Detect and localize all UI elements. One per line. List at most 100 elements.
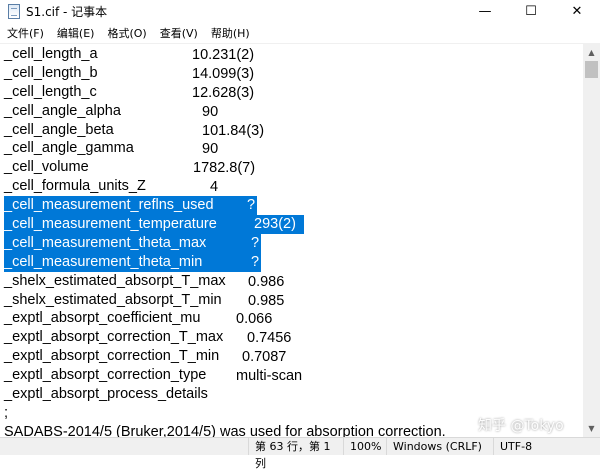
line-content: _cell_volume 1782.8(7) [4,159,255,176]
line-content: _exptl_absorpt_process_details [4,386,208,402]
selected-text: _cell_measurement_theta_min? [4,252,261,272]
text-line: _cell_formula_units_Z 4 [4,177,446,196]
line-content: _cell_angle_beta 101.84(3) [4,122,264,139]
line-value: 0.7087 [242,349,287,366]
minimize-icon: — [478,4,492,19]
window-controls: — ☐ ✕ [462,0,600,23]
scroll-down-arrow-icon[interactable]: ▼ [583,420,600,437]
text-line: _exptl_absorpt_correction_T_max 0.7456 [4,328,446,347]
line-key: _exptl_absorpt_process_details [4,386,208,403]
menu-edit[interactable]: 编辑(E) [50,25,101,41]
line-key: _cell_angle_gamma [4,140,134,157]
line-content: _shelx_estimated_absorpt_T_max 0.986 [4,272,284,290]
status-zoom: 100% [343,438,386,455]
text-editor[interactable]: _cell_length_a 10.231(2) _cell_length_b 14.… [0,44,583,437]
line-content: _cell_length_c 12.628(3) [4,83,254,101]
line-key: _cell_formula_units_Z [4,178,146,195]
notepad-icon [8,4,20,19]
line-content: _cell_length_a 10.231(2) [4,46,254,63]
text-line: _cell_angle_beta 101.84(3) [4,121,446,140]
line-key: _exptl_absorpt_coefficient_mu [4,310,201,327]
line-value: ? [247,197,256,214]
line-value: 0.066 [236,311,273,328]
menu-bar: 文件(F) 编辑(E) 格式(O) 查看(V) 帮助(H) [0,23,600,44]
text-line: SADABS-2014/5 (Bruker,2014/5) was used f… [4,423,446,437]
selected-text: _cell_measurement_temperature 293(2) [4,215,304,234]
text-line: _shelx_estimated_absorpt_T_max 0.986 [4,272,446,291]
line-key: _cell_length_a [4,46,98,62]
text-line: _cell_measurement_theta_max? [4,233,446,253]
line-value: multi-scan [236,368,303,385]
text-line: _cell_length_a 10.231(2) [4,45,446,64]
line-value: 90 [202,103,219,120]
text-line: _exptl_absorpt_coefficient_mu 0.066 [4,309,446,328]
line-value: 1782.8(7) [193,160,256,177]
text-line: _shelx_estimated_absorpt_T_min 0.985 [4,291,446,310]
line-key: _exptl_absorpt_correction_type [4,367,207,384]
maximize-button[interactable]: ☐ [508,0,554,23]
line-content: _exptl_absorpt_coefficient_mu 0.066 [4,310,272,327]
line-value: 14.099(3) [192,65,255,82]
line-key: _cell_angle_alpha [4,102,121,119]
line-content: _cell_formula_units_Z 4 [4,178,218,195]
text-line: _cell_length_b 14.099(3) [4,64,446,83]
status-cursor-position: 第 63 行，第 1 列 [248,438,343,470]
vertical-scrollbar[interactable]: ▲ ▼ [583,44,600,437]
text-line: ; [4,404,446,423]
line-value: 10.231(2) [192,47,255,63]
line-key: _exptl_absorpt_correction_T_min [4,348,220,365]
line-key: _cell_length_b [4,64,98,81]
menu-view[interactable]: 查看(V) [153,25,204,41]
watermark: 知乎 @Tokyo [478,418,564,434]
line-content: SADABS-2014/5 (Bruker,2014/5) was used f… [4,424,446,437]
status-encoding: UTF-8 [493,438,600,455]
line-key: _cell_measurement_theta_max [4,234,207,251]
text-line: _cell_measurement_theta_min? [4,252,446,272]
text-line: _cell_angle_alpha 90 [4,102,446,121]
line-value: 4 [210,179,219,196]
menu-help[interactable]: 帮助(H) [204,25,256,41]
status-bar: 第 63 行，第 1 列 100% Windows (CRLF) UTF-8 [0,437,600,470]
close-button[interactable]: ✕ [554,0,600,23]
text-line: _cell_measurement_reflns_used? [4,196,446,216]
line-value: 101.84(3) [202,122,265,139]
line-value: ? [251,234,260,251]
line-value: 0.985 [248,292,285,309]
menu-file[interactable]: 文件(F) [0,25,50,41]
line-value: 12.628(3) [192,84,255,101]
line-key: _cell_measurement_theta_min [4,253,203,270]
maximize-icon: ☐ [525,4,537,19]
line-value: ? [251,253,260,270]
line-value: 0.986 [248,273,285,290]
line-content: _exptl_absorpt_correction_T_max 0.7456 [4,329,291,346]
line-key: _cell_volume [4,159,89,176]
scroll-up-arrow-icon[interactable]: ▲ [583,44,600,61]
line-content: _exptl_absorpt_correction_type multi-scan [4,367,302,384]
line-key: _cell_measurement_reflns_used [4,197,214,214]
line-value: 0.7456 [247,330,292,347]
text-line: _exptl_absorpt_correction_type multi-scan [4,366,446,385]
title-bar[interactable]: S1.cif - 记事本 — ☐ ✕ [0,0,600,23]
text-line: _exptl_absorpt_correction_T_min 0.7087 [4,347,446,366]
text-lines: _cell_length_a 10.231(2) _cell_length_b 14.… [4,45,446,437]
minimize-button[interactable]: — [462,0,508,23]
menu-format[interactable]: 格式(O) [100,25,152,41]
line-content: _exptl_absorpt_correction_T_min 0.7087 [4,348,286,365]
line-key: _shelx_estimated_absorpt_T_min [4,291,222,308]
status-line-ending: Windows (CRLF) [386,438,493,455]
scroll-thumb[interactable] [585,61,598,78]
window-title: S1.cif - 记事本 [26,5,108,19]
line-key: _cell_measurement_temperature [4,216,217,233]
line-key: SADABS-2014/5 (Bruker,2014/5) was used f… [4,423,446,437]
line-key: ; [4,404,9,421]
line-content: _cell_length_b 14.099(3) [4,64,254,82]
line-key: _cell_length_c [4,83,97,100]
line-content: _cell_angle_alpha 90 [4,102,218,120]
line-key: _exptl_absorpt_correction_T_max [4,329,224,346]
text-line: _cell_angle_gamma 90 [4,139,446,158]
line-value: 293(2) [254,216,296,233]
text-line: _exptl_absorpt_process_details [4,385,446,404]
line-key: _shelx_estimated_absorpt_T_max [4,272,226,289]
text-line: _cell_length_c 12.628(3) [4,83,446,102]
close-icon: ✕ [571,4,583,19]
